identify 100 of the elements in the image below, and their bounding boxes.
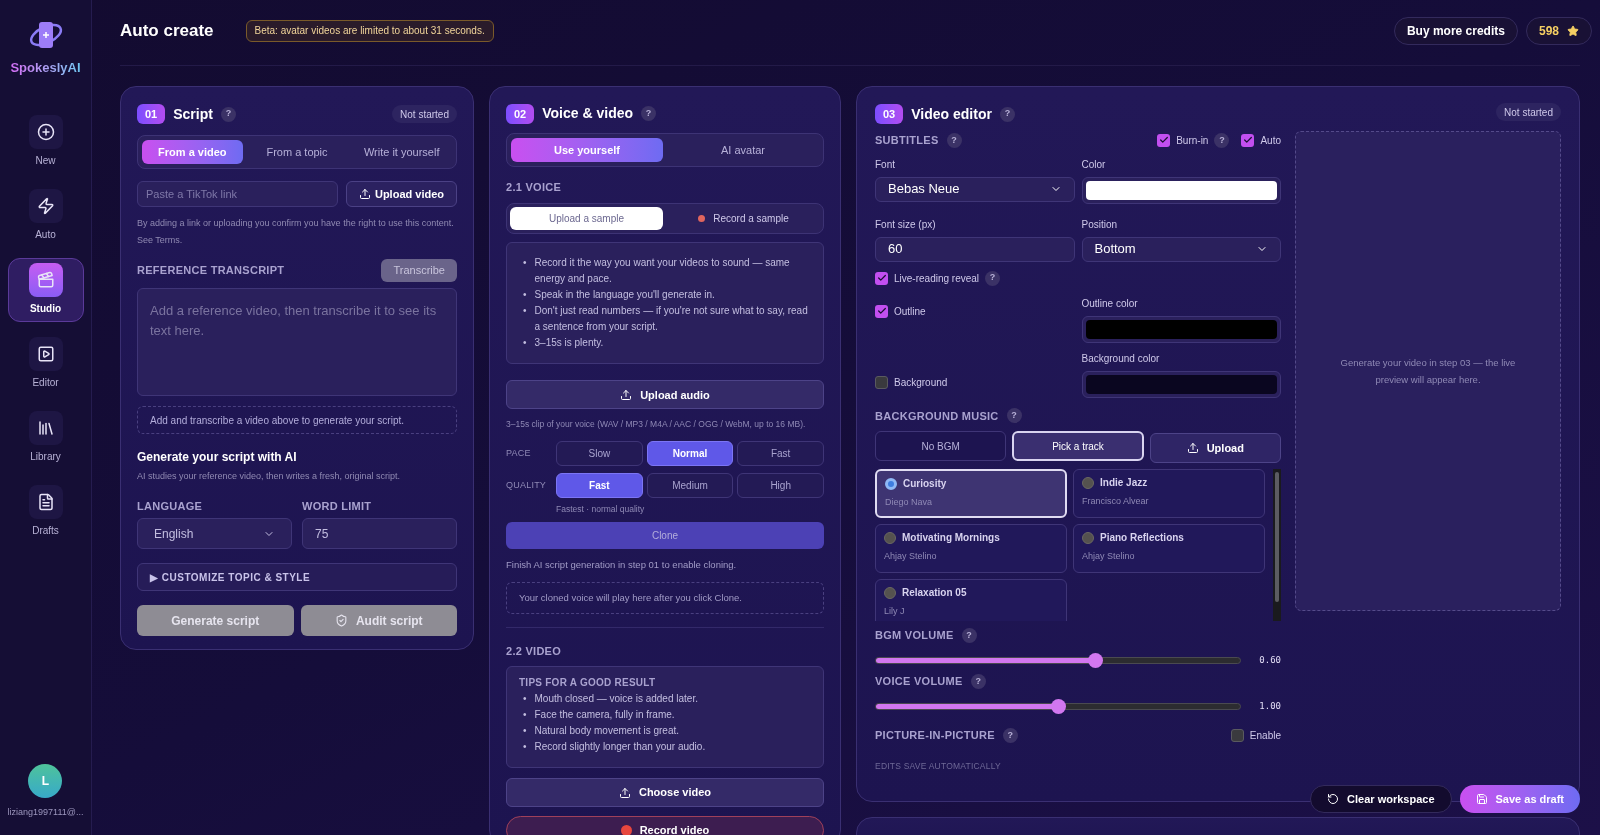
checkbox[interactable] <box>1157 133 1171 147</box>
track-card[interactable]: Piano Reflections Ahjay Stelino <box>1073 524 1265 573</box>
option-button[interactable]: Slow <box>556 441 643 466</box>
font-select[interactable]: Bebas Neue <box>875 176 1075 202</box>
customize-toggle[interactable]: ▶ CUSTOMIZE TOPIC & STYLE <box>137 563 457 591</box>
checkbox-label: Outline <box>894 304 926 319</box>
checkbox-label: Background <box>894 375 948 390</box>
help-badge[interactable]: ? <box>1002 727 1018 743</box>
link-field[interactable]: Paste a TikTok link <box>137 181 338 207</box>
nav-item[interactable]: Auto <box>7 183 84 248</box>
quality-note: Fastest · normal quality <box>556 503 646 516</box>
buy-credits-button[interactable]: Buy more credits <box>1393 16 1518 45</box>
upload-icon <box>358 188 371 200</box>
radio-button[interactable] <box>884 531 896 544</box>
tips-title: TIPS FOR A GOOD RESULT <box>519 676 657 691</box>
checkbox[interactable] <box>875 271 888 285</box>
document-icon <box>36 493 55 511</box>
track-card[interactable]: Relaxation 05 Lily J <box>875 579 1067 621</box>
bullet: • <box>523 692 527 707</box>
checkbox[interactable] <box>1241 133 1255 147</box>
checkbox[interactable] <box>875 375 888 389</box>
slider-value: 0.60 <box>1259 653 1281 667</box>
upload-button[interactable]: Upload <box>1149 433 1281 463</box>
position-select[interactable]: Bottom <box>1081 236 1281 262</box>
option-button[interactable]: Pick a track <box>1012 431 1144 461</box>
track-card[interactable]: Curiosity Diego Nava <box>875 469 1067 518</box>
option-button[interactable]: Medium <box>646 473 734 498</box>
save-icon <box>1475 793 1488 805</box>
bullet: • <box>523 740 527 755</box>
tab[interactable]: From a video <box>142 140 243 164</box>
field-label: Color <box>1081 157 1107 172</box>
help-badge[interactable]: ? <box>970 673 986 689</box>
nav-item[interactable]: Library <box>7 405 84 470</box>
tip-item: Natural body movement is great. <box>534 724 680 739</box>
scrollbar[interactable] <box>1273 469 1281 621</box>
section-label: VOICE VOLUME <box>875 674 963 689</box>
track-artist: Ahjay Stelino <box>884 550 938 563</box>
tab[interactable]: AI avatar <box>667 137 819 162</box>
bullet: • <box>523 708 527 723</box>
slider-thumb[interactable] <box>1087 652 1103 668</box>
upload-video-button[interactable]: Upload video <box>345 181 457 207</box>
track-artist: Ahjay Stelino <box>1082 550 1136 563</box>
save-draft-button[interactable]: Save as draft <box>1459 785 1580 813</box>
help-badge[interactable]: ? <box>961 627 977 643</box>
tab[interactable]: Use yourself <box>511 137 663 162</box>
color-field[interactable] <box>1081 370 1281 398</box>
track-artist: Francisco Alvear <box>1082 495 1150 508</box>
radio-button[interactable] <box>1082 531 1094 544</box>
choose-video-button[interactable]: Choose video <box>506 778 824 808</box>
video-preview-box[interactable]: Generate your video in step 03 — the live preview will appear here. <box>1295 131 1561 611</box>
radio-button[interactable] <box>885 477 897 490</box>
section-label: REFERENCE TRANSCRIPT <box>137 263 285 279</box>
option-button[interactable]: No BGM <box>875 431 1007 461</box>
help-badge[interactable]: ? <box>999 106 1015 122</box>
section-label: BGM VOLUME <box>875 628 954 643</box>
language-select[interactable]: English <box>137 518 292 549</box>
clone-button[interactable]: Clone <box>506 521 824 549</box>
option-button[interactable]: Fast <box>556 473 643 498</box>
help-badge[interactable]: ? <box>1006 408 1022 424</box>
font-size-field[interactable]: 60 <box>875 236 1075 262</box>
color-field[interactable] <box>1081 315 1281 343</box>
track-card[interactable]: Motivating Mornings Ahjay Stelino <box>875 524 1067 573</box>
clone-note: Finish AI script generation in step 01 to enable cloning. <box>506 557 738 572</box>
clear-workspace-button[interactable]: Clear workspace <box>1310 785 1452 813</box>
record-video-button[interactable]: Record video <box>506 816 824 835</box>
nav-item[interactable]: Editor <box>7 331 84 396</box>
tab[interactable]: Upload a sample <box>510 207 663 231</box>
nav-item[interactable]: Studio <box>7 257 84 322</box>
radio-button[interactable] <box>1082 476 1094 489</box>
option-button[interactable]: Fast <box>737 441 824 466</box>
checkbox[interactable] <box>875 304 888 318</box>
help-badge[interactable]: ? <box>220 106 236 122</box>
tab[interactable]: Write it yourself <box>351 140 452 164</box>
help-badge[interactable]: ? <box>641 106 657 122</box>
word-limit-field[interactable]: 75 <box>302 518 457 549</box>
tab[interactable]: From a topic <box>246 140 348 164</box>
nav-item[interactable]: New <box>7 109 84 174</box>
field-label: Outline color <box>1081 296 1139 311</box>
help-badge[interactable]: ? <box>1214 132 1230 148</box>
autosave-note: EDITS SAVE AUTOMATICALLY <box>875 759 1002 773</box>
preview-placeholder-text: Generate your video in step 03 — the live preview will appear here. <box>1339 356 1517 387</box>
slider-thumb[interactable] <box>1051 698 1067 714</box>
shield-icon <box>334 614 348 627</box>
tip-item: Don't just read numbers — if you're not sure what to say, read a sentence from your script. <box>534 304 809 335</box>
bullet: • <box>523 336 527 351</box>
track-card[interactable]: Indie Jazz Francisco Alvear <box>1073 469 1265 518</box>
nav-item[interactable]: Drafts <box>7 479 84 544</box>
option-label: PACE <box>506 446 532 460</box>
transcript-field[interactable]: Add a reference video, then transcribe it to see its text here. <box>137 288 457 396</box>
step-badge: 01 <box>137 104 166 124</box>
radio-button[interactable] <box>884 586 896 599</box>
upload-audio-button[interactable]: Upload audio <box>506 380 824 410</box>
option-button[interactable]: High <box>737 473 824 498</box>
checkbox[interactable] <box>1230 728 1244 742</box>
upload-icon <box>618 786 631 799</box>
help-badge[interactable]: ? <box>985 270 1001 286</box>
help-badge[interactable]: ? <box>946 132 962 148</box>
color-field[interactable] <box>1081 176 1281 204</box>
tab[interactable]: Record a sample <box>667 207 820 231</box>
option-button[interactable]: Normal <box>646 441 734 466</box>
